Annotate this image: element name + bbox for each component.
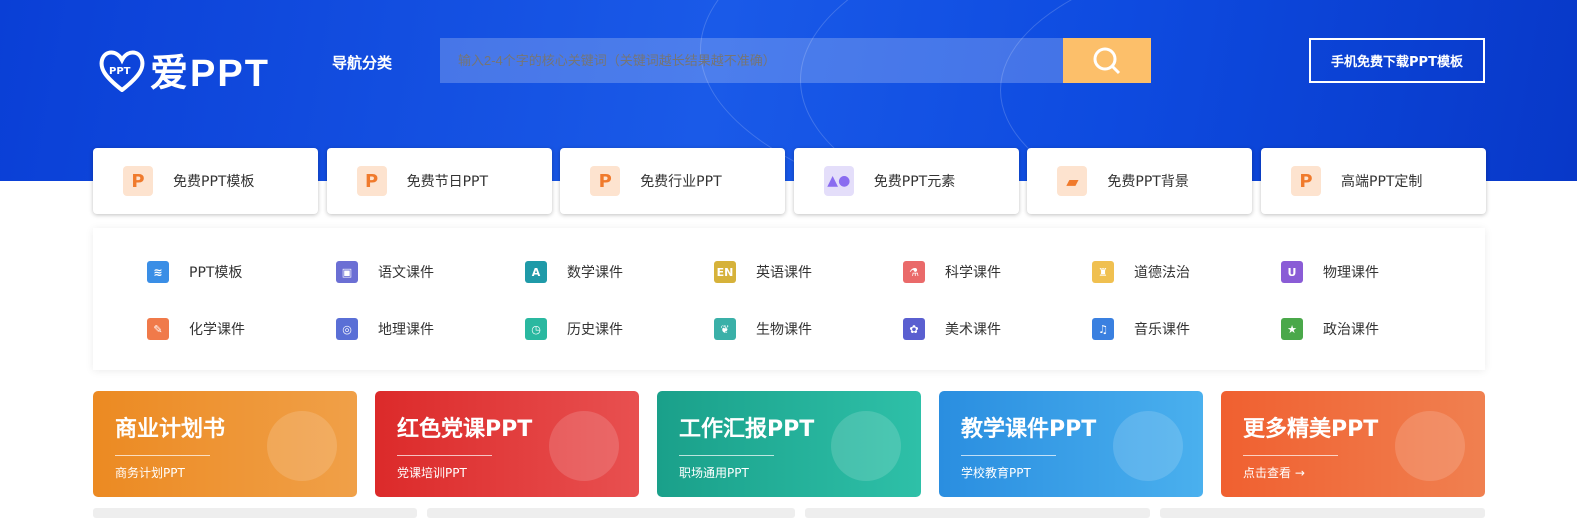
subject-icon: ▣ (336, 261, 358, 283)
shapes-icon: ▲● (823, 166, 854, 196)
subject-icon: ✿ (903, 318, 925, 340)
category-card[interactable]: P 免费行业PPT (560, 148, 786, 214)
promo-banner[interactable]: 商业计划书商务计划PPT (93, 391, 357, 497)
subject-icon: EN (714, 261, 736, 283)
banner-subtitle: 学校教育PPT (961, 466, 1031, 480)
banner-title: 商业计划书 (115, 417, 226, 442)
subject-link[interactable]: EN 英语课件 (714, 261, 812, 283)
subject-icon: ✎ (147, 318, 169, 340)
subject-icon: A (525, 261, 547, 283)
subject-link[interactable]: ❦ 生物课件 (714, 318, 812, 340)
heart-logo-icon: PPT (98, 48, 146, 93)
subject-link[interactable]: ▣ 语文课件 (336, 261, 434, 283)
subject-link[interactable]: ◎ 地理课件 (336, 318, 434, 340)
ppt-icon: P (1291, 166, 1321, 196)
subject-label: 语文课件 (378, 265, 434, 281)
banner-subtitle: 商务计划PPT (115, 466, 185, 480)
subject-link[interactable]: ♜ 道德法治 (1092, 261, 1190, 283)
subject-label: 历史课件 (567, 322, 623, 338)
subject-link[interactable]: ◷ 历史课件 (525, 318, 623, 340)
promo-banner[interactable]: 教学课件PPT 学校教育PPT (939, 391, 1203, 497)
divider (1243, 455, 1338, 456)
promo-banner[interactable]: 红色党课PPT 党课培训PPT (375, 391, 639, 497)
search-button[interactable] (1063, 38, 1151, 83)
subject-label: 科学课件 (945, 265, 1001, 281)
category-label: 免费PPT元素 (873, 174, 956, 190)
banner-title: 教学课件PPT (961, 417, 1097, 442)
ppt-icon: P (356, 166, 387, 196)
partial-card (427, 508, 795, 518)
banner-title: 红色党课PPT (397, 417, 533, 442)
category-card[interactable]: P 高端PPT定制 (1261, 148, 1486, 214)
logo-badge: PPT (109, 65, 131, 77)
subject-link[interactable]: ★ 政治课件 (1281, 318, 1379, 340)
banner-title: 更多精美PPT (1243, 417, 1379, 442)
divider (397, 455, 492, 456)
category-label: 免费PPT模板 (173, 174, 255, 190)
logo-text: 爱PPT (150, 53, 270, 95)
banner-title: 工作汇报PPT (679, 417, 815, 442)
subject-icon: ⚗ (903, 261, 925, 283)
subject-icon: ◷ (525, 318, 547, 340)
subject-link[interactable]: U 物理课件 (1281, 261, 1379, 283)
subject-label: 美术课件 (945, 322, 1001, 338)
subject-icon: ◎ (336, 318, 358, 340)
category-label: 免费行业PPT (640, 174, 722, 190)
subject-icon: ❦ (714, 318, 736, 340)
subject-label: 地理课件 (378, 322, 434, 338)
divider (961, 455, 1056, 456)
subject-icon: ♫ (1092, 318, 1114, 340)
divider (679, 455, 774, 456)
category-label: 免费节日PPT (406, 174, 489, 190)
promo-banner[interactable]: 更多精美PPT 点击查看 → (1221, 391, 1485, 497)
ppt-icon: P (590, 166, 621, 196)
subject-link[interactable]: ✎ 化学课件 (147, 318, 245, 340)
partial-card (93, 508, 417, 518)
category-label: 免费PPT背景 (1107, 174, 1189, 190)
subject-link[interactable]: ♫ 音乐课件 (1092, 318, 1190, 340)
search-icon (1093, 47, 1121, 74)
search-input[interactable] (440, 38, 1063, 83)
category-label: 高端PPT定制 (1341, 174, 1423, 190)
subject-label: 数学课件 (567, 265, 623, 281)
category-card[interactable]: ▲● 免费PPT元素 (793, 148, 1019, 214)
partial-card (1160, 508, 1485, 518)
banner-subtitle: 党课培训PPT (397, 466, 467, 480)
subject-link[interactable]: ⚗ 科学课件 (903, 261, 1001, 283)
subject-label: 英语课件 (756, 265, 812, 281)
ppt-icon: P (123, 166, 153, 196)
banner-subtitle: 职场通用PPT (679, 466, 749, 480)
category-card[interactable]: P 免费节日PPT (326, 148, 552, 214)
mobile-download-button[interactable]: 手机免费下载PPT模板 (1309, 38, 1485, 83)
category-card[interactable]: P 免费PPT模板 (93, 148, 318, 214)
site-logo[interactable]: PPT 爱PPT (98, 42, 270, 97)
subject-link[interactable]: ✿ 美术课件 (903, 318, 1001, 340)
subject-icon: ★ (1281, 318, 1303, 340)
subject-panel (93, 228, 1485, 370)
subject-label: 生物课件 (756, 322, 812, 338)
subject-link[interactable]: A 数学课件 (525, 261, 623, 283)
image-icon: ▰ (1057, 166, 1088, 196)
subject-label: 化学课件 (189, 322, 245, 338)
promo-banner[interactable]: 工作汇报PPT 职场通用PPT (657, 391, 921, 497)
subject-label: 音乐课件 (1134, 322, 1190, 338)
subject-label: 物理课件 (1323, 265, 1379, 281)
divider (115, 455, 210, 456)
subject-label: 政治课件 (1323, 322, 1379, 338)
category-card[interactable]: ▰ 免费PPT背景 (1027, 148, 1253, 214)
subject-icon: ♜ (1092, 261, 1114, 283)
banner-subtitle: 点击查看 → (1243, 466, 1305, 480)
subject-link[interactable]: ≋ PPT模板 (147, 261, 242, 283)
subject-icon: ≋ (147, 261, 169, 283)
nav-category-link[interactable]: 导航分类 (332, 52, 392, 73)
subject-icon: U (1281, 261, 1303, 283)
partial-card (805, 508, 1150, 518)
subject-label: 道德法治 (1134, 265, 1190, 281)
subject-label: PPT模板 (189, 265, 243, 281)
